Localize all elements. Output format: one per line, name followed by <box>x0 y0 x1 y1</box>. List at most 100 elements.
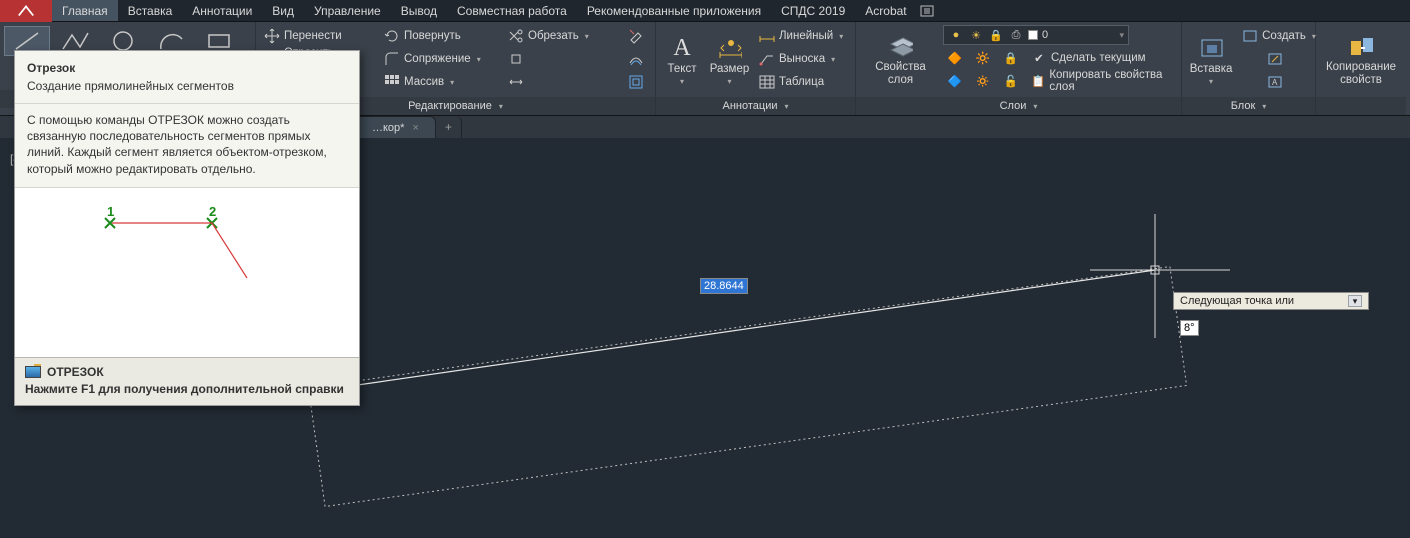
layer-combo[interactable]: ● ☀ 🔒 ⎙ 0 ▾ <box>943 25 1129 45</box>
btn-copy-layer-props[interactable]: 📋 Копировать свойства слоя <box>1027 70 1177 92</box>
btn-laystate-1[interactable]: 🔶 <box>943 47 967 69</box>
app-menu-button[interactable] <box>0 0 52 22</box>
btn-offset[interactable] <box>624 48 648 70</box>
tab-annotate[interactable]: Аннотации <box>182 0 262 21</box>
tooltip-title: Отрезок <box>15 51 359 79</box>
leader-icon <box>759 51 775 67</box>
btn-lay-4[interactable]: 🔅 <box>971 70 995 92</box>
dynamic-prompt-text: Следующая точка или <box>1180 295 1294 307</box>
tab-view[interactable]: Вид <box>262 0 304 21</box>
lay3-icon: 🔆 <box>975 50 991 66</box>
btn-lay-3[interactable]: 🔆 <box>971 47 995 69</box>
btn-fillet[interactable]: Сопряжение <box>380 48 504 70</box>
btn-laystate-2[interactable]: 🔷 <box>943 70 967 92</box>
btn-lay-5[interactable]: 🔒 <box>999 47 1023 69</box>
panel-annot-title[interactable]: Аннотации <box>656 97 855 115</box>
btn-insert-label: Вставка <box>1190 63 1233 75</box>
rotate-icon <box>384 28 400 44</box>
btn-move[interactable]: Перенести <box>260 25 380 47</box>
btn-table[interactable]: Таблица <box>755 71 851 93</box>
makecur-icon: ✔ <box>1031 50 1047 66</box>
btn-make-current[interactable]: ✔ Сделать текущим <box>1027 47 1177 69</box>
bulb-icon: ● <box>948 27 964 43</box>
btn-linear[interactable]: Линейный <box>755 25 851 47</box>
illus-pt2-label: 2 <box>209 204 216 219</box>
btn-array[interactable]: Массив <box>380 71 504 93</box>
btn-dim-label: Размер <box>710 63 750 75</box>
offset-icon <box>628 51 644 67</box>
tab-output[interactable]: Вывод <box>391 0 447 21</box>
panel-layers-title[interactable]: Слои <box>856 97 1181 115</box>
btn-trim[interactable]: Обрезать <box>504 25 624 47</box>
more-icon <box>628 74 644 90</box>
tooltip-footer: ОТРЕЗОК Нажмите F1 для получения дополни… <box>15 357 359 405</box>
tooltip-illustration: 1 2 <box>15 187 359 357</box>
tab-featured[interactable]: Рекомендованные приложения <box>577 0 771 21</box>
btn-array-label: Массив <box>404 76 444 88</box>
btn-create-label: Создать <box>1262 30 1306 42</box>
btn-linear-label: Линейный <box>779 30 833 42</box>
array-icon <box>384 74 400 90</box>
btn-layerprops-label: Свойства слоя <box>866 61 935 86</box>
panel-matchprops-title <box>1316 97 1406 115</box>
btn-move-label: Перенести <box>284 30 342 42</box>
panel-block-title[interactable]: Блок <box>1182 97 1315 115</box>
btn-stretch[interactable] <box>504 71 624 93</box>
btn-modify-more[interactable] <box>624 71 648 93</box>
btn-explode[interactable] <box>504 48 624 70</box>
lock-icon: 🔒 <box>988 27 1004 43</box>
move-icon <box>264 28 280 44</box>
panel-matchprops: Копирование свойств <box>1316 22 1406 115</box>
layers-icon <box>889 35 913 59</box>
linear-icon <box>759 28 775 44</box>
tab-collab[interactable]: Совместная работа <box>447 0 577 21</box>
tab-spds[interactable]: СПДС 2019 <box>771 0 855 21</box>
dim-icon <box>718 37 742 61</box>
dynamic-prompt-menu-icon[interactable]: ▾ <box>1348 295 1362 307</box>
btn-attr-block[interactable]: A <box>1238 71 1311 93</box>
tab-insert[interactable]: Вставка <box>118 0 183 21</box>
close-icon[interactable]: × <box>412 122 418 134</box>
lay4-icon: 🔅 <box>975 73 991 89</box>
tab-acrobat[interactable]: Acrobat <box>855 0 916 21</box>
stretch-icon <box>508 74 524 90</box>
tab-home[interactable]: Главная <box>52 0 118 21</box>
explode-icon <box>508 51 524 67</box>
doc-tab-0[interactable]: …кор* × <box>360 116 436 138</box>
tooltip-body: С помощью команды ОТРЕЗОК можно создать … <box>15 103 359 187</box>
btn-fillet-label: Сопряжение <box>404 53 471 65</box>
dynamic-angle-input[interactable]: 8° <box>1180 320 1199 336</box>
btn-makecur-label: Сделать текущим <box>1051 52 1146 64</box>
create-icon <box>1242 28 1258 44</box>
btn-rotate[interactable]: Повернуть <box>380 25 504 47</box>
panel-annotation: A Текст ▾ Размер ▾ Линейный Выноска <box>656 22 856 115</box>
btn-dimension[interactable]: Размер ▾ <box>706 25 753 97</box>
btn-edit-block[interactable] <box>1238 48 1311 70</box>
dynamic-distance-input[interactable]: 28.8644 <box>700 278 748 294</box>
erase-icon <box>628 28 644 44</box>
fillet-icon <box>384 51 400 67</box>
illus-pt1-label: 1 <box>107 204 114 219</box>
svg-text:A: A <box>1272 78 1278 87</box>
table-icon <box>759 74 775 90</box>
btn-lay-6[interactable]: 🔓 <box>999 70 1023 92</box>
btn-erase[interactable] <box>624 25 648 47</box>
panel-layers: Свойства слоя ● ☀ 🔒 ⎙ 0 ▾ 🔶 🔷 <box>856 22 1182 115</box>
btn-insert-block[interactable]: Вставка ▾ <box>1186 25 1236 97</box>
lay6-icon: 🔓 <box>1003 73 1019 89</box>
edit-icon <box>1267 51 1283 67</box>
ribbon-more-icon[interactable] <box>917 0 937 21</box>
laystate2-icon: 🔷 <box>947 73 963 89</box>
btn-copylay-label: Копировать свойства слоя <box>1049 69 1173 93</box>
btn-layer-props[interactable]: Свойства слоя <box>860 25 941 97</box>
menu-bar: Главная Вставка Аннотации Вид Управление… <box>0 0 1410 22</box>
laystate-icon: 🔶 <box>947 50 963 66</box>
btn-leader[interactable]: Выноска <box>755 48 851 70</box>
doc-new-tab[interactable]: + <box>436 116 462 138</box>
layer-color-icon <box>1028 30 1038 40</box>
btn-text-label: Текст <box>668 63 697 75</box>
btn-create-block[interactable]: Создать <box>1238 25 1311 47</box>
btn-text[interactable]: A Текст ▾ <box>660 25 704 97</box>
tab-manage[interactable]: Управление <box>304 0 391 21</box>
btn-match-props[interactable]: Копирование свойств <box>1320 25 1402 97</box>
